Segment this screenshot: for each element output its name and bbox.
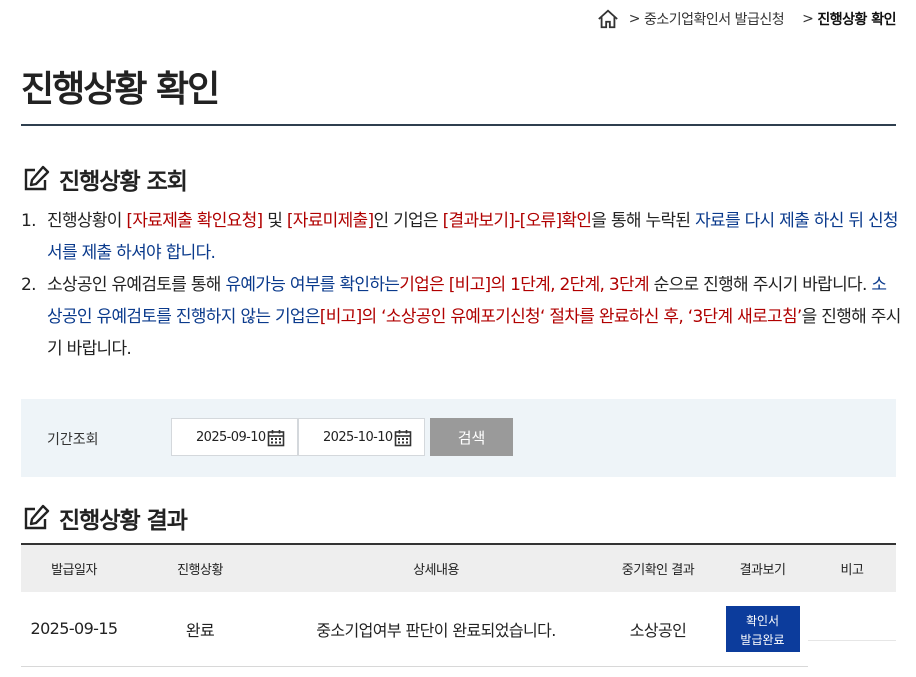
end-date-value: 2025-10-10 bbox=[323, 429, 393, 445]
certificate-issued-button[interactable]: 확인서발급완료 bbox=[725, 605, 800, 652]
title-divider bbox=[21, 124, 896, 126]
chevron-right-icon: > bbox=[802, 11, 814, 27]
column-header-detail: 상세내용 bbox=[273, 543, 599, 592]
end-date-input[interactable]: 2025-10-10 bbox=[298, 418, 425, 456]
column-header-remark: 비고 bbox=[808, 543, 896, 592]
remark-divider bbox=[808, 640, 896, 641]
notice-text-part: 소상공인 유예검토를 통해 bbox=[47, 275, 226, 295]
notice-text-part: 유예가능 여부를 확인하는 bbox=[225, 275, 400, 295]
edit-icon bbox=[24, 504, 50, 530]
cell-status: 완료 bbox=[127, 592, 273, 667]
cell-issue-date: 2025-09-15 bbox=[21, 592, 127, 667]
notice-text-part: [결과보기]-[오류]확인 bbox=[442, 211, 592, 231]
notice-number: 1. bbox=[21, 211, 37, 231]
table-header-row: 발급일자 진행상황 상세내용 중기확인 결과 결과보기 비고 bbox=[21, 543, 896, 592]
column-header-issue-date: 발급일자 bbox=[21, 543, 127, 592]
certificate-button-line2: 발급완료 bbox=[740, 632, 785, 647]
notice-text-part: 순으로 진행해 주시기 바랍니다. bbox=[648, 275, 872, 295]
section-heading-result: 진행상황 결과 bbox=[21, 501, 188, 535]
certificate-button-line1: 확인서 bbox=[745, 613, 780, 628]
cell-detail: 중소기업여부 판단이 완료되었습니다. bbox=[273, 592, 599, 667]
notice-text: 진행상황이 [자료제출 확인요청] 및 [자료미제출]인 기업은 [결과보기]-… bbox=[47, 205, 901, 269]
notice-text-part: [자료제출 확인요청] bbox=[126, 211, 263, 231]
notice-text-part: 인 기업은 bbox=[373, 211, 443, 231]
breadcrumb-item-current: 진행상황 확인 bbox=[817, 12, 896, 28]
cell-result: 소상공인 bbox=[599, 592, 717, 667]
section-title: 진행상황 조회 bbox=[59, 169, 188, 195]
start-date-input[interactable]: 2025-09-10 bbox=[171, 418, 298, 456]
section-heading-status: 진행상황 조회 bbox=[21, 162, 188, 196]
notice-list: 1. 진행상황이 [자료제출 확인요청] 및 [자료미제출]인 기업은 [결과보… bbox=[21, 205, 901, 365]
start-date-value: 2025-09-10 bbox=[196, 429, 266, 445]
chevron-right-icon: > bbox=[628, 11, 641, 27]
search-button[interactable]: 검색 bbox=[430, 418, 513, 456]
column-header-status: 진행상황 bbox=[127, 543, 273, 592]
breadcrumb-item-apply[interactable]: 중소기업확인서 발급신청 bbox=[644, 9, 785, 29]
cell-view: 확인서발급완료 bbox=[717, 592, 808, 667]
table-row: 2025-09-15 완료 중소기업여부 판단이 완료되었습니다. 소상공인 확… bbox=[21, 592, 896, 667]
result-table: 발급일자 진행상황 상세내용 중기확인 결과 결과보기 비고 2025-09-1… bbox=[21, 543, 896, 667]
period-search-panel: 기간조회 2025-09-10 2025-10-10 검색 bbox=[21, 399, 896, 477]
notice-item: 1. 진행상황이 [자료제출 확인요청] 및 [자료미제출]인 기업은 [결과보… bbox=[21, 205, 901, 269]
notice-text: 소상공인 유예검토를 통해 유예가능 여부를 확인하는기업은 [비고]의 1단계… bbox=[47, 269, 901, 365]
breadcrumb: > 중소기업확인서 발급신청 > 진행상황 확인 bbox=[597, 8, 896, 30]
page-title: 진행상황 확인 bbox=[21, 69, 220, 110]
notice-text-part: 및 bbox=[262, 211, 287, 231]
notice-text-part: [비고]의 1단계, 2단계, 3단계 bbox=[448, 275, 650, 295]
notice-number: 2. bbox=[21, 275, 37, 295]
column-header-result: 중기확인 결과 bbox=[599, 543, 717, 592]
notice-item: 2. 소상공인 유예검토를 통해 유예가능 여부를 확인하는기업은 [비고]의 … bbox=[21, 269, 901, 365]
calendar-icon[interactable] bbox=[267, 429, 285, 447]
notice-text-part: [비고]의 ‘소상공인 유예포기신청‘ 절차를 완료하신 후, ‘3단계 새로고… bbox=[319, 307, 803, 327]
column-header-view: 결과보기 bbox=[717, 543, 808, 592]
notice-text-part: 기업은 bbox=[399, 275, 449, 295]
notice-text-part: 진행상황이 bbox=[47, 211, 127, 231]
home-icon[interactable] bbox=[597, 8, 619, 30]
period-label: 기간조회 bbox=[47, 432, 99, 448]
notice-text-part: 을 통해 누락된 bbox=[591, 211, 696, 231]
section-title: 진행상황 결과 bbox=[59, 508, 188, 534]
calendar-icon[interactable] bbox=[394, 429, 412, 447]
edit-icon bbox=[24, 165, 50, 191]
notice-text-part: [자료미제출] bbox=[286, 211, 374, 231]
cell-remark bbox=[808, 592, 896, 666]
